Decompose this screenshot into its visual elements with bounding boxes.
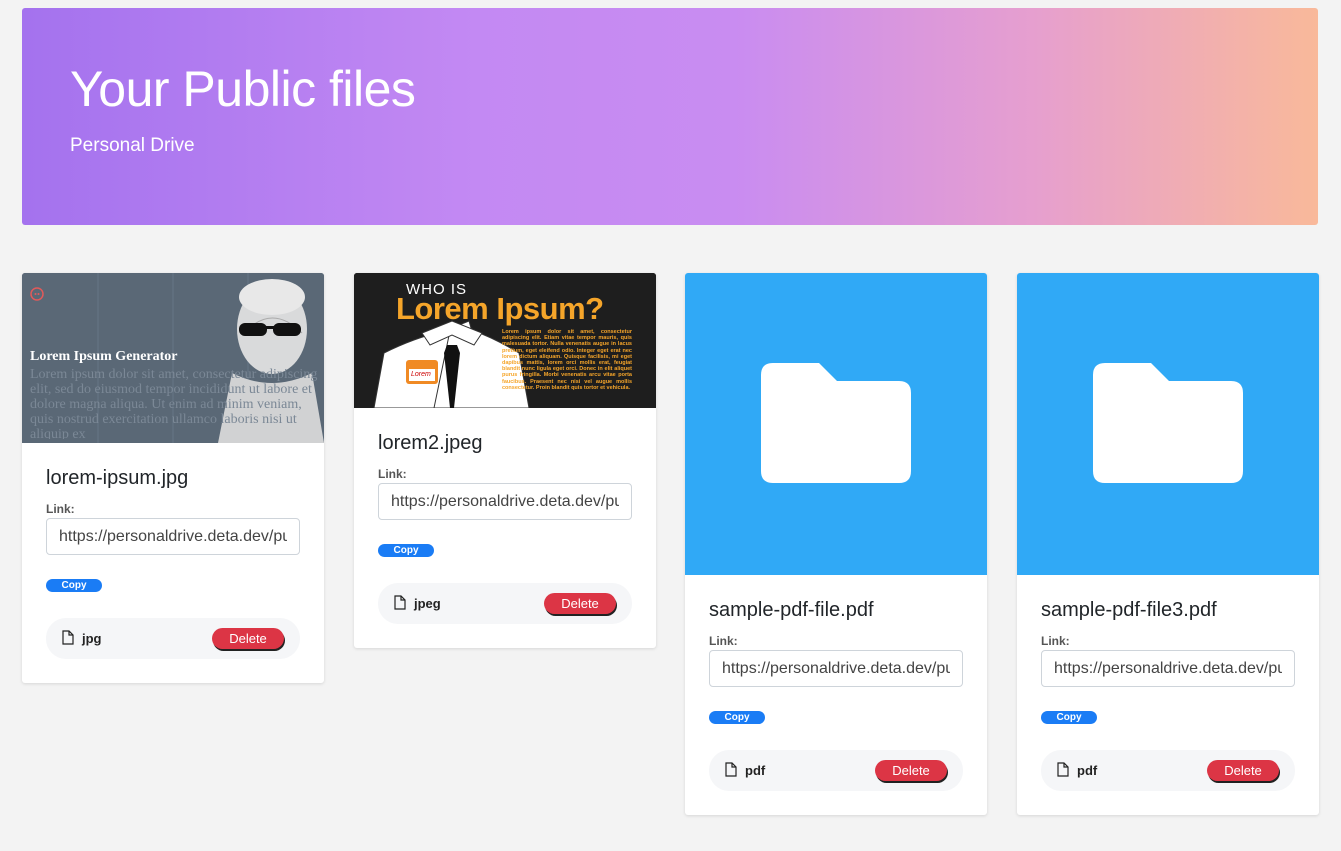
page-title: Your Public files xyxy=(70,61,416,117)
copy-button[interactable]: Copy xyxy=(378,544,434,557)
link-input[interactable] xyxy=(1041,650,1295,687)
file-name: lorem2.jpeg xyxy=(378,432,483,454)
file-type: pdf xyxy=(745,763,766,778)
file-thumbnail[interactable]: WHO IS Lorem Ipsum? Lorem Lorem ipsum do… xyxy=(354,273,656,408)
copy-button[interactable]: Copy xyxy=(709,711,765,724)
delete-button[interactable]: Delete xyxy=(212,628,284,649)
link-input[interactable] xyxy=(46,518,300,555)
link-label: Link: xyxy=(46,502,75,516)
file-type: jpeg xyxy=(414,596,441,611)
file-name: sample-pdf-file.pdf xyxy=(709,599,874,621)
preview-badge: Lorem xyxy=(411,371,431,378)
preview-heading: Lorem Ipsum? xyxy=(396,291,604,326)
file-card: sample-pdf-file.pdf Link: Copy pdf Delet… xyxy=(685,273,987,815)
delete-button[interactable]: Delete xyxy=(544,593,616,614)
file-footer: jpg Delete xyxy=(46,618,300,659)
delete-button[interactable]: Delete xyxy=(875,760,947,781)
file-type: jpg xyxy=(82,631,102,646)
file-card: WHO IS Lorem Ipsum? Lorem Lorem ipsum do… xyxy=(354,273,656,648)
copy-button[interactable]: Copy xyxy=(46,579,102,592)
page-subtitle: Personal Drive xyxy=(70,135,195,156)
preview-heading: Lorem Ipsum Generator xyxy=(30,349,178,364)
file-footer: jpeg Delete xyxy=(378,583,632,624)
file-name: lorem-ipsum.jpg xyxy=(46,467,189,489)
link-label: Link: xyxy=(378,467,407,481)
file-thumbnail[interactable] xyxy=(1017,273,1319,575)
folder-icon xyxy=(1093,363,1243,483)
file-footer: pdf Delete xyxy=(709,750,963,791)
file-card: sample-pdf-file3.pdf Link: Copy pdf Dele… xyxy=(1017,273,1319,815)
preview-text: Lorem ipsum dolor sit amet, consectetur … xyxy=(30,367,318,439)
file-name: sample-pdf-file3.pdf xyxy=(1041,599,1217,621)
file-icon xyxy=(394,595,406,610)
delete-button[interactable]: Delete xyxy=(1207,760,1279,781)
file-icon xyxy=(725,762,737,777)
link-label: Link: xyxy=(709,634,738,648)
file-icon xyxy=(62,630,74,645)
file-card: Lorem Ipsum Generator Lorem ipsum dolor … xyxy=(22,273,324,683)
file-footer: pdf Delete xyxy=(1041,750,1295,791)
copy-button[interactable]: Copy xyxy=(1041,711,1097,724)
file-type: pdf xyxy=(1077,763,1098,778)
file-icon xyxy=(1057,762,1069,777)
folder-icon xyxy=(761,363,911,483)
preview-text: Lorem ipsum dolor sit amet, consectetur … xyxy=(502,329,632,391)
link-label: Link: xyxy=(1041,634,1070,648)
file-thumbnail[interactable] xyxy=(685,273,987,575)
link-input[interactable] xyxy=(378,483,632,520)
link-input[interactable] xyxy=(709,650,963,687)
page-header: Your Public files Personal Drive xyxy=(22,8,1318,225)
file-thumbnail[interactable]: Lorem Ipsum Generator Lorem ipsum dolor … xyxy=(22,273,324,443)
